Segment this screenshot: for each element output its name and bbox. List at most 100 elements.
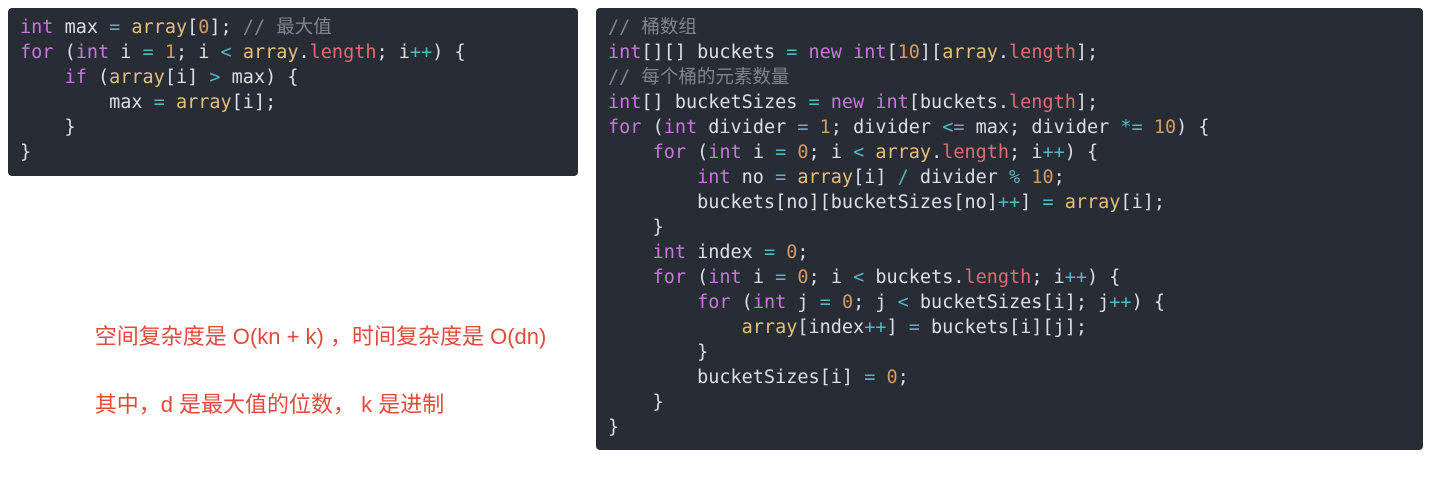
code-token: j	[1054, 317, 1065, 338]
code-token: for	[653, 267, 698, 288]
code-token: =	[864, 367, 886, 388]
code-token: i	[1020, 317, 1031, 338]
code-token: ;	[1031, 267, 1053, 288]
code-token: bucketSizes	[697, 367, 820, 388]
layout-row: int max = array[0]; // 最大值for (int i = 1…	[8, 8, 1423, 456]
code-token: 1	[165, 42, 176, 63]
code-token	[608, 367, 697, 388]
code-line: }	[608, 391, 1411, 416]
code-token: i	[753, 267, 775, 288]
code-token: [	[232, 92, 243, 113]
code-token: bucketSizes	[831, 192, 954, 213]
code-token: [	[887, 42, 898, 63]
code-token: index	[809, 317, 865, 338]
code-token: (	[697, 267, 708, 288]
code-token: =	[143, 42, 165, 63]
code-token: ++	[1065, 267, 1087, 288]
code-token: =	[1042, 192, 1064, 213]
code-token: =	[786, 42, 808, 63]
code-token: =	[797, 117, 819, 138]
code-token: no	[742, 167, 775, 188]
code-token: int	[664, 117, 709, 138]
code-token: bucketSizes	[920, 292, 1043, 313]
code-token: ;	[797, 242, 808, 263]
code-token: 0	[886, 367, 897, 388]
code-token: =	[154, 92, 165, 113]
code-line: bucketSizes[i] = 0;	[608, 366, 1411, 391]
code-token: length	[1009, 42, 1076, 63]
code-token: [	[165, 67, 176, 88]
code-token	[120, 17, 131, 38]
code-token: [	[820, 367, 831, 388]
code-token: ;	[1009, 117, 1031, 138]
code-token: j	[1098, 292, 1109, 313]
code-token: =	[764, 242, 786, 263]
code-token: ;	[809, 267, 831, 288]
code-token	[608, 142, 653, 163]
code-token: if	[65, 67, 98, 88]
code-line: for (int i = 0; i < buckets.length; i++)…	[608, 266, 1411, 291]
code-token: int	[20, 17, 65, 38]
code-token: .	[998, 92, 1009, 113]
code-token: }	[20, 117, 76, 138]
code-token: 10	[1031, 167, 1053, 188]
code-token: =	[775, 167, 797, 188]
code-token: =	[775, 142, 797, 163]
code-token: [	[853, 167, 864, 188]
code-token: ) {	[1065, 142, 1098, 163]
code-token: [][]	[641, 42, 697, 63]
code-token: %	[1009, 167, 1031, 188]
code-token: // 每个桶的元素数量	[608, 67, 789, 88]
code-token: ][	[1031, 317, 1053, 338]
code-token: ][	[920, 42, 942, 63]
code-token: for	[697, 292, 742, 313]
code-token: i	[831, 142, 853, 163]
code-token: int	[875, 92, 908, 113]
code-token: i	[753, 142, 775, 163]
code-token: (	[98, 67, 109, 88]
code-token: 0	[797, 267, 808, 288]
code-token: int	[608, 92, 641, 113]
code-token: new	[831, 92, 876, 113]
code-token: length	[310, 42, 377, 63]
code-token: no	[786, 192, 808, 213]
code-token: }	[608, 392, 664, 413]
code-token: (	[65, 42, 76, 63]
code-token: ++	[1109, 292, 1131, 313]
code-token	[165, 92, 176, 113]
code-token: (	[742, 292, 753, 313]
code-token: ++	[1042, 142, 1064, 163]
code-token: ) {	[265, 67, 298, 88]
code-token: =	[775, 267, 797, 288]
code-token: ]	[886, 317, 908, 338]
code-token: max	[65, 17, 110, 38]
code-token: ;	[831, 117, 853, 138]
code-token: array	[243, 42, 299, 63]
code-token: length	[1009, 92, 1076, 113]
code-token: ]	[875, 167, 897, 188]
code-token: (	[653, 117, 664, 138]
code-token: divider	[708, 117, 797, 138]
code-token: i	[864, 167, 875, 188]
code-line: }	[608, 216, 1411, 241]
code-token: ;	[376, 42, 398, 63]
code-token: int	[853, 42, 886, 63]
code-token: <	[853, 142, 875, 163]
code-token: i	[1054, 267, 1065, 288]
code-token: [	[1120, 192, 1131, 213]
code-token: int	[708, 142, 753, 163]
code-token: index	[697, 242, 764, 263]
code-line: // 每个桶的元素数量	[608, 66, 1411, 91]
code-token: [	[909, 92, 920, 113]
code-token: ;	[1054, 167, 1065, 188]
code-token: .	[931, 142, 942, 163]
note-line-2: 其中，d 是最大值的位数， k 是进制	[95, 392, 445, 417]
code-token: ];	[1076, 42, 1098, 63]
code-token: 10	[898, 42, 920, 63]
code-token: i	[1031, 142, 1042, 163]
code-token: i	[176, 67, 187, 88]
code-token	[608, 242, 653, 263]
code-line: array[index++] = buckets[i][j];	[608, 316, 1411, 341]
code-line: for (int i = 1; i < array.length; i++) {	[20, 41, 566, 66]
code-token: =	[909, 317, 931, 338]
